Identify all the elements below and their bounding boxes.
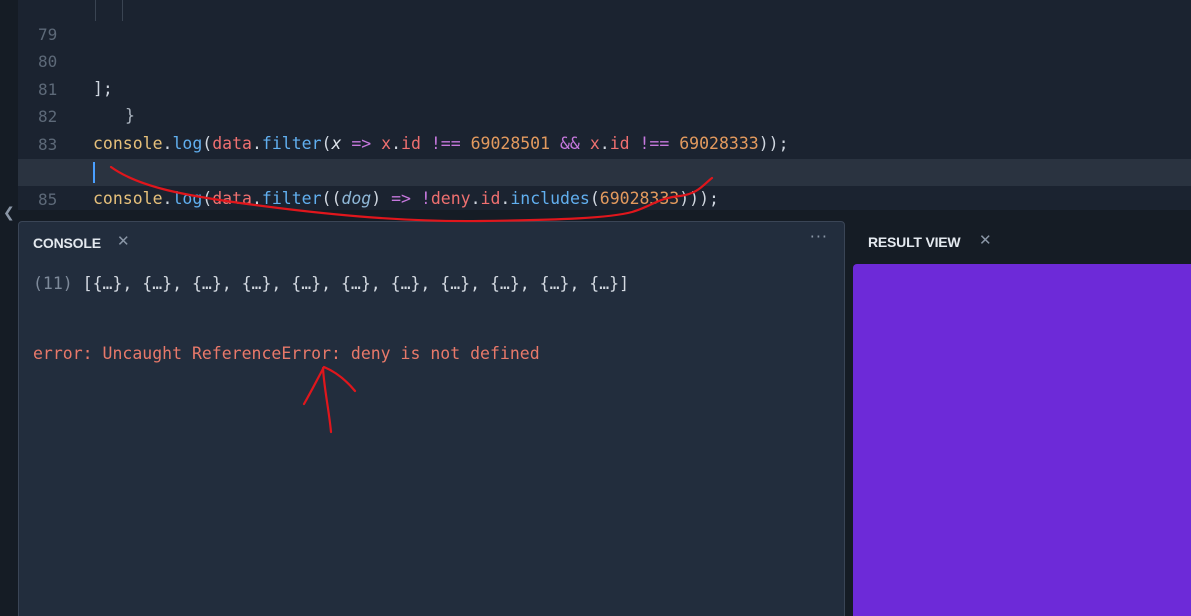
code-token: dog: [341, 189, 372, 208]
code-token: filter: [261, 189, 322, 208]
code-token: !: [410, 189, 431, 208]
console-tab-title[interactable]: CONSOLE: [33, 235, 101, 251]
console-panel: CONSOLE ✕ ··· (11) [{…}, {…}, {…}, {…}, …: [18, 221, 845, 616]
code-token: 69028333: [599, 189, 680, 208]
code-playground: 79 } 80 ]; 81 82 console.log(data.filter…: [0, 0, 1191, 616]
result-view-tab-title[interactable]: RESULT VIEW: [868, 234, 961, 250]
code-line-81: 81: [18, 49, 1191, 99]
indent-guide: [95, 0, 96, 21]
code-token: deny: [430, 189, 471, 208]
code-line-82: 82 console.log(data.filter(x => x.id !==…: [18, 76, 1191, 153]
code-token: data: [212, 189, 252, 208]
code-token: .: [251, 189, 262, 208]
code-token: .: [470, 189, 481, 208]
code-line-85[interactable]: 85: [18, 159, 1191, 209]
code-editor[interactable]: 79 } 80 ]; 81 82 console.log(data.filter…: [18, 0, 1191, 210]
code-line-80: 80 ];: [18, 21, 1191, 98]
code-token: (: [202, 189, 213, 208]
code-token: id: [480, 189, 501, 208]
code-token: ): [371, 189, 392, 208]
text-caret: [93, 162, 95, 183]
code-token: console: [93, 189, 163, 208]
close-icon[interactable]: ✕: [979, 231, 992, 249]
code-token: ((: [321, 189, 342, 208]
console-header: CONSOLE ✕ ···: [19, 222, 844, 264]
result-preview-canvas: [853, 264, 1191, 616]
console-error-message: error: Uncaught ReferenceError: deny is …: [33, 344, 540, 363]
indent-guide: [122, 0, 123, 21]
console-log-output[interactable]: (11) [{…}, {…}, {…}, {…}, {…}, {…}, {…},…: [33, 272, 813, 296]
code-token: )));: [679, 189, 719, 208]
result-view-panel: RESULT VIEW ✕: [853, 221, 1191, 616]
array-length: (11): [33, 274, 73, 293]
code-line-83: 83: [18, 104, 1191, 154]
close-icon[interactable]: ✕: [117, 232, 130, 250]
code-token: includes: [510, 189, 590, 208]
code-text: console.log(data.filter((dog) => !deny.i…: [93, 185, 719, 210]
code-token: =>: [391, 189, 411, 208]
code-token: .: [162, 189, 173, 208]
code-line-79: 79 }: [18, 0, 1191, 125]
code-line-84: 84 console.log(data.filter((dog) => !den…: [18, 131, 1191, 208]
code-token: (: [589, 189, 600, 208]
code-token: log: [172, 189, 203, 208]
line-number: 85: [38, 190, 58, 209]
code-token: .: [500, 189, 511, 208]
chevron-left-icon[interactable]: ❮: [3, 205, 15, 221]
more-horizontal-icon[interactable]: ···: [810, 227, 828, 246]
array-preview: [{…}, {…}, {…}, {…}, {…}, {…}, {…}, {…},…: [72, 274, 630, 293]
